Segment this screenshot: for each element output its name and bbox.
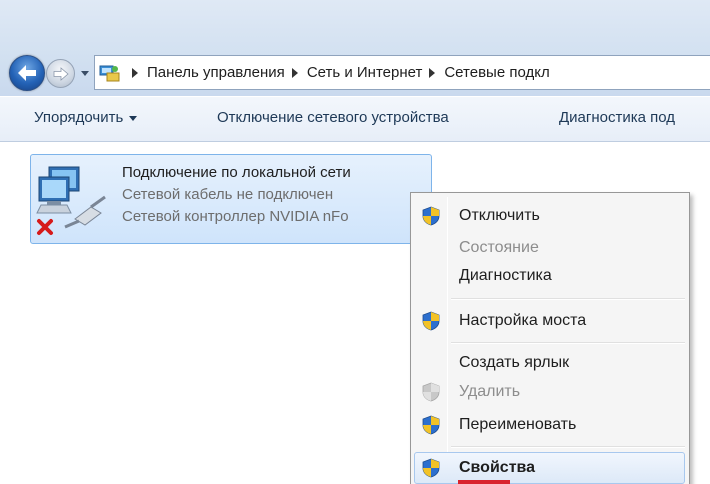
breadcrumb-separator-icon[interactable] — [291, 67, 298, 78]
menu-separator — [451, 342, 685, 344]
local-area-connection-item[interactable]: Подключение по локальной сети Сетевой ка… — [30, 154, 432, 244]
disable-device-button[interactable]: Отключение сетевого устройства — [217, 109, 449, 126]
connection-details: Подключение по локальной сети Сетевой ка… — [122, 162, 351, 228]
breadcrumb-network-connections[interactable]: Сетевые подкл — [444, 64, 549, 81]
uac-shield-icon — [422, 458, 440, 478]
uac-shield-icon — [422, 415, 440, 435]
organize-label: Упорядочить — [34, 109, 124, 126]
uac-shield-icon — [422, 206, 440, 226]
arrow-right-icon — [53, 66, 69, 81]
address-bar[interactable]: Панель управления Сеть и Интернет Сетевы… — [94, 55, 710, 90]
menu-item-label: Переименовать — [459, 416, 577, 433]
connection-name: Подключение по локальной сети — [122, 164, 351, 181]
command-bar: Упорядочить Отключение сетевого устройст… — [0, 96, 710, 142]
menu-item-label: Диагностика — [459, 267, 552, 284]
navigation-bar: Панель управления Сеть и Интернет Сетевы… — [0, 0, 710, 96]
menu-item-label: Настройка моста — [459, 312, 587, 329]
uac-shield-icon — [422, 382, 440, 402]
menu-item-highlight — [414, 452, 685, 484]
menu-item-diagnose[interactable]: Диагностика — [411, 260, 689, 292]
menu-item-bridge[interactable]: Настройка моста — [411, 305, 689, 337]
menu-item-create-shortcut[interactable]: Создать ярлык — [411, 347, 689, 379]
uac-shield-icon — [422, 311, 440, 331]
menu-separator — [451, 446, 685, 448]
menu-item-label: Свойства — [459, 459, 536, 476]
menu-item-delete[interactable]: Удалить — [411, 376, 689, 408]
menu-separator — [451, 298, 685, 300]
breadcrumb-network-internet[interactable]: Сеть и Интернет — [307, 64, 423, 81]
menu-item-label: Отключить — [459, 207, 540, 224]
highlight-underline-mark — [458, 480, 510, 484]
forward-button[interactable] — [46, 59, 75, 88]
back-button[interactable] — [9, 55, 45, 91]
menu-item-disable[interactable]: Отключить — [411, 200, 689, 232]
context-menu: Отключить Состояние Диагностика Настройк… — [410, 192, 690, 484]
organize-button[interactable]: Упорядочить — [34, 109, 138, 126]
control-panel-icon — [99, 65, 120, 81]
chevron-down-icon — [129, 115, 138, 121]
breadcrumb-separator-icon[interactable] — [132, 67, 138, 78]
menu-item-label: Состояние — [459, 239, 539, 256]
diagnose-button[interactable]: Диагностика под — [559, 109, 675, 126]
breadcrumb-control-panel[interactable]: Панель управления — [147, 64, 285, 81]
menu-item-label: Создать ярлык — [459, 354, 570, 371]
network-adapter-disconnected-icon — [36, 166, 106, 235]
breadcrumb-separator-icon[interactable] — [429, 67, 436, 78]
recent-pages-dropdown[interactable] — [79, 66, 91, 80]
connection-status: Сетевой кабель не подключен — [122, 186, 334, 203]
arrow-left-icon — [18, 65, 36, 81]
chevron-down-icon — [81, 71, 89, 76]
connection-device: Сетевой контроллер NVIDIA nFo — [122, 208, 349, 225]
menu-item-properties[interactable]: Свойства — [411, 452, 689, 484]
menu-item-rename[interactable]: Переименовать — [411, 409, 689, 441]
menu-item-label: Удалить — [459, 383, 521, 400]
